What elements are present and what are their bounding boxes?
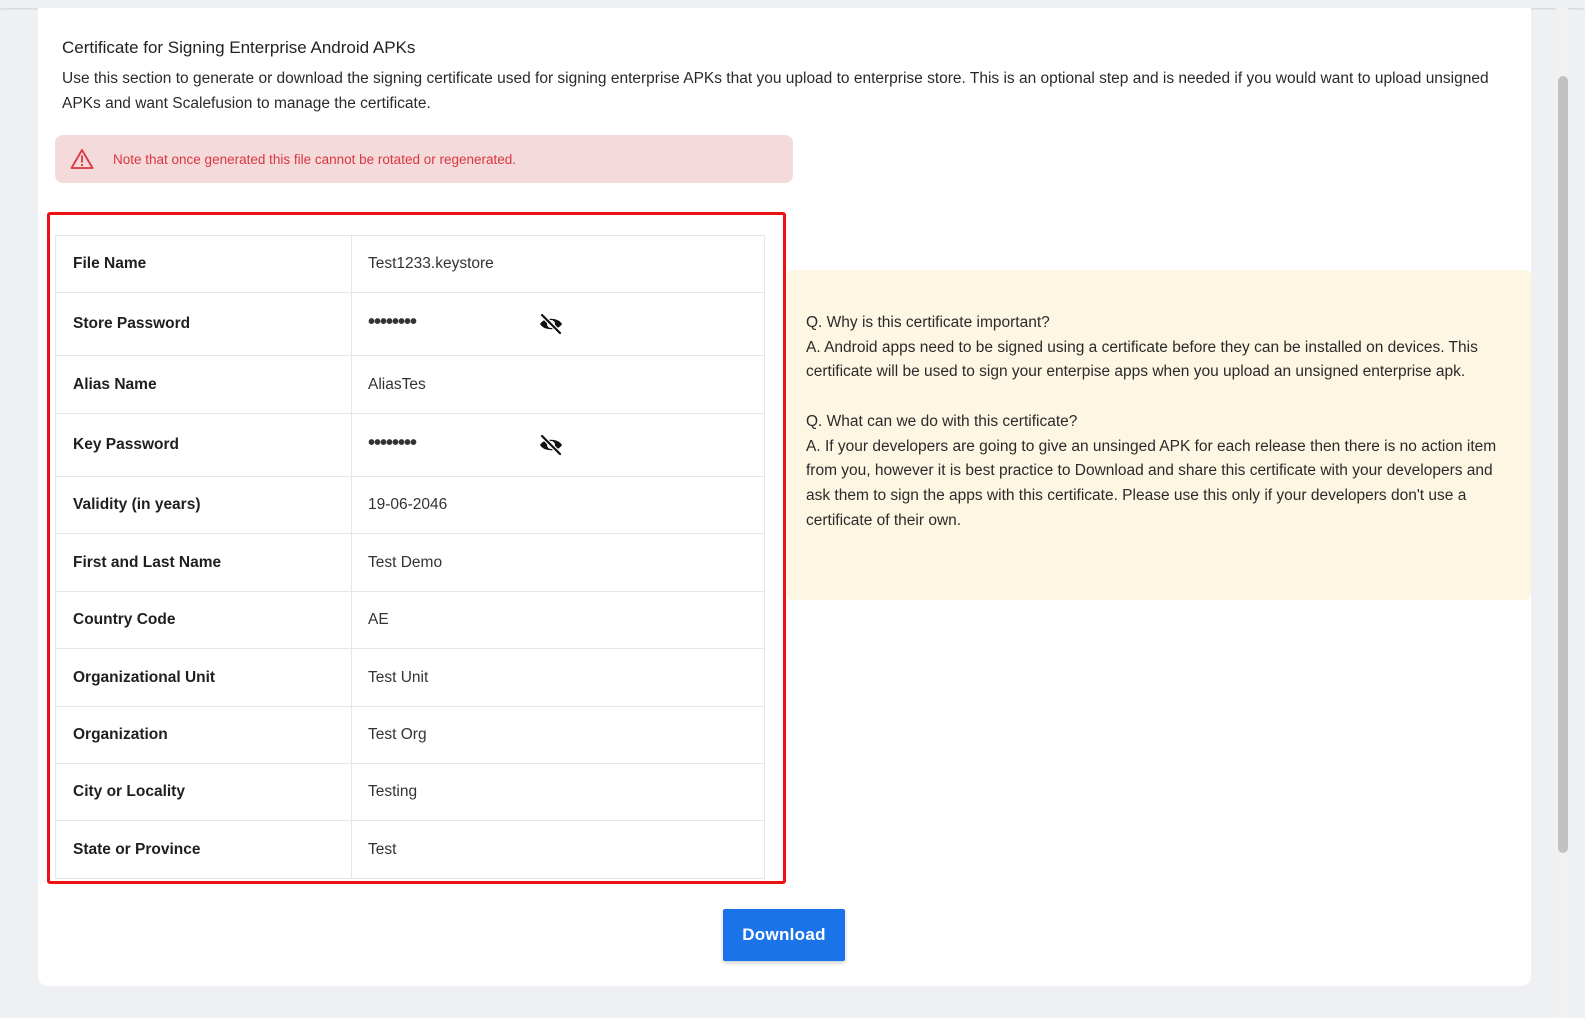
scrollbar-thumb[interactable]: [1558, 76, 1568, 853]
highlight-frame: [47, 212, 786, 884]
section-description: Use this section to generate or download…: [62, 70, 1489, 112]
faq-panel: Q. Why is this certificate important? A.…: [787, 270, 1531, 600]
faq-answer-1: A. Android apps need to be signed using …: [806, 338, 1478, 381]
alert-message: Note that once generated this file canno…: [113, 151, 517, 167]
warning-alert: Note that once generated this file canno…: [55, 135, 793, 183]
faq-question-1: Q. Why is this certificate important?: [806, 314, 1050, 331]
section-title: Certificate for Signing Enterprise Andro…: [62, 38, 416, 57]
faq-question-2: Q. What can we do with this certificate?: [806, 412, 1078, 430]
warning-triangle-icon: [70, 149, 94, 169]
top-bar-edge: [0, 0, 1585, 8]
faq-answer-2: A. If your developers are going to give …: [806, 437, 1497, 529]
download-button[interactable]: Download: [723, 909, 845, 961]
